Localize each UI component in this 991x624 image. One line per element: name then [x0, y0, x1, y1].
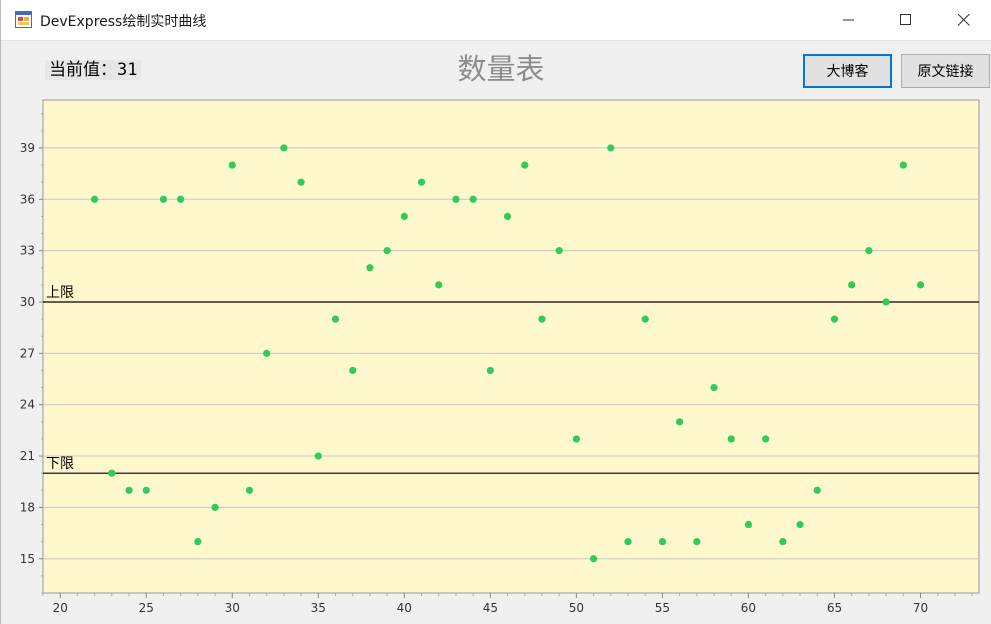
minimize-button[interactable] — [821, 0, 877, 40]
data-point — [366, 264, 374, 272]
x-tick-label: 30 — [225, 601, 240, 615]
data-point — [469, 195, 477, 203]
current-value-label: 当前值：31 — [45, 60, 142, 80]
minimize-icon — [843, 19, 854, 21]
data-point — [383, 247, 391, 255]
data-point — [744, 520, 753, 529]
y-tick-label: 30 — [20, 295, 35, 309]
data-point — [263, 349, 271, 357]
data-point — [865, 247, 873, 255]
x-tick-label: 50 — [569, 601, 584, 615]
data-point — [762, 435, 770, 443]
data-point — [142, 486, 150, 494]
data-point — [331, 315, 340, 323]
data-point — [848, 281, 856, 289]
original-link-button[interactable]: 原文链接 — [901, 54, 990, 88]
maximize-button[interactable] — [878, 0, 934, 40]
data-point — [177, 195, 185, 203]
x-tick-label: 40 — [397, 601, 412, 615]
data-point — [589, 555, 598, 563]
x-tick-label: 55 — [655, 601, 670, 615]
data-point — [676, 418, 684, 426]
data-point — [314, 452, 322, 460]
data-point — [194, 538, 202, 546]
data-point — [658, 538, 667, 546]
constant-line-label: 下限 — [46, 456, 74, 472]
y-tick-label: 15 — [20, 552, 35, 566]
x-tick-label: 25 — [139, 601, 154, 615]
scatter-chart: 15 18 21 24 27 30 33 36 39 20 25 30 35 40 45 50 55 60 65 70… — [20, 99, 980, 615]
y-tick-label: 36 — [20, 192, 35, 206]
data-point — [108, 469, 116, 477]
y-tick-label: 39 — [20, 141, 35, 155]
data-point — [521, 161, 529, 169]
app-window: DevExpress绘制实时曲线 当前值：31 数量表 大博客 原文链接 15 1… — [0, 0, 991, 624]
data-point — [882, 298, 890, 306]
data-point — [228, 161, 236, 169]
y-tick-label: 33 — [20, 244, 35, 258]
data-point — [435, 281, 443, 289]
close-icon — [958, 14, 970, 26]
data-point — [245, 486, 254, 494]
x-tick-label: 35 — [311, 601, 326, 615]
x-tick-label: 60 — [741, 601, 756, 615]
data-point — [727, 435, 735, 443]
maximize-icon — [900, 14, 911, 25]
data-point — [211, 503, 219, 512]
data-point — [159, 195, 168, 203]
data-point — [916, 281, 925, 289]
blog-button[interactable]: 大博客 — [803, 54, 892, 88]
y-tick-label: 27 — [20, 346, 35, 360]
data-point — [693, 538, 701, 546]
data-point — [503, 212, 512, 221]
data-point — [572, 435, 580, 443]
data-point — [607, 144, 615, 152]
data-point — [779, 538, 787, 546]
x-tick-label: 45 — [483, 601, 498, 615]
plot-area — [42, 99, 980, 594]
x-tick-label: 70 — [913, 601, 928, 615]
data-point — [796, 520, 804, 529]
data-point — [280, 144, 288, 152]
data-point — [125, 486, 133, 494]
data-point — [641, 315, 649, 323]
data-point — [899, 161, 907, 169]
data-point — [830, 315, 839, 323]
data-point — [538, 315, 546, 323]
data-point — [486, 366, 494, 375]
data-point — [452, 195, 460, 203]
close-button[interactable] — [936, 0, 991, 40]
data-point — [349, 366, 357, 375]
y-tick-label: 24 — [20, 398, 35, 412]
data-point — [400, 212, 408, 221]
constant-line-label: 上限 — [46, 285, 74, 301]
data-point — [555, 247, 563, 255]
y-tick-label: 18 — [20, 500, 35, 514]
data-point — [417, 178, 426, 186]
window-title: DevExpress绘制实时曲线 — [40, 14, 207, 30]
title-bar[interactable]: DevExpress绘制实时曲线 — [1, 0, 991, 41]
data-point — [91, 195, 99, 203]
data-point — [297, 178, 305, 186]
y-tick-label: 21 — [20, 449, 35, 463]
data-point — [813, 486, 821, 494]
data-point — [710, 383, 718, 392]
app-form-icon — [15, 11, 32, 28]
data-point — [624, 538, 632, 546]
chart-title: 数量表 — [457, 52, 545, 86]
x-tick-label: 20 — [53, 601, 68, 615]
x-tick-label: 65 — [827, 601, 842, 615]
